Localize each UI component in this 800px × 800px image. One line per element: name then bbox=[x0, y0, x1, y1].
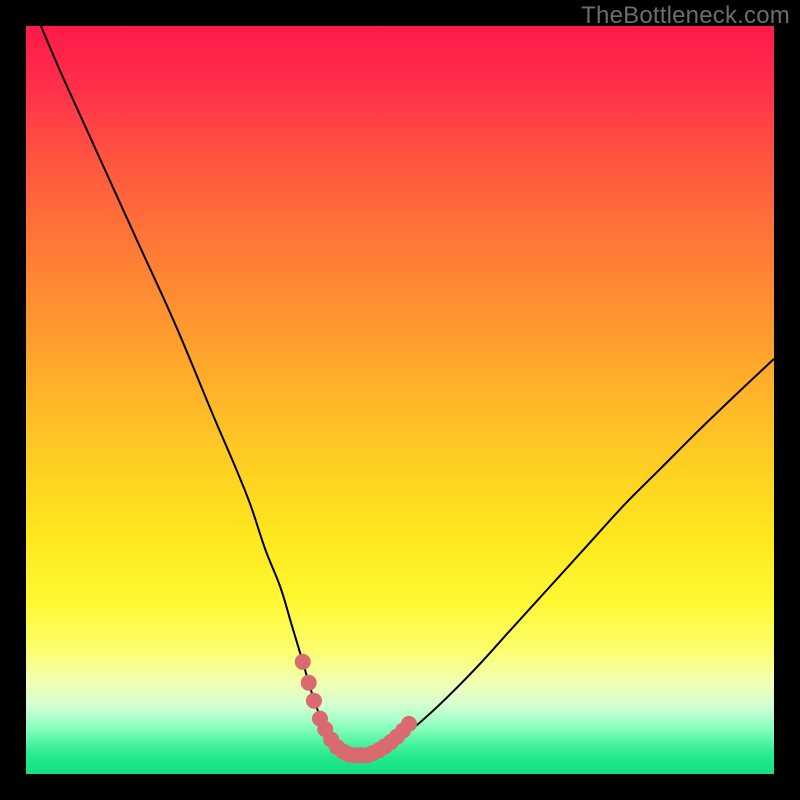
chart-frame: TheBottleneck.com bbox=[0, 0, 800, 800]
marker-dot bbox=[301, 675, 317, 691]
marker-dot bbox=[306, 693, 322, 709]
plot-area bbox=[26, 26, 774, 774]
gradient-background bbox=[26, 26, 774, 774]
marker-dot bbox=[401, 716, 417, 732]
watermark-text: TheBottleneck.com bbox=[581, 2, 790, 30]
marker-dot bbox=[295, 654, 311, 670]
chart-svg bbox=[26, 26, 774, 774]
